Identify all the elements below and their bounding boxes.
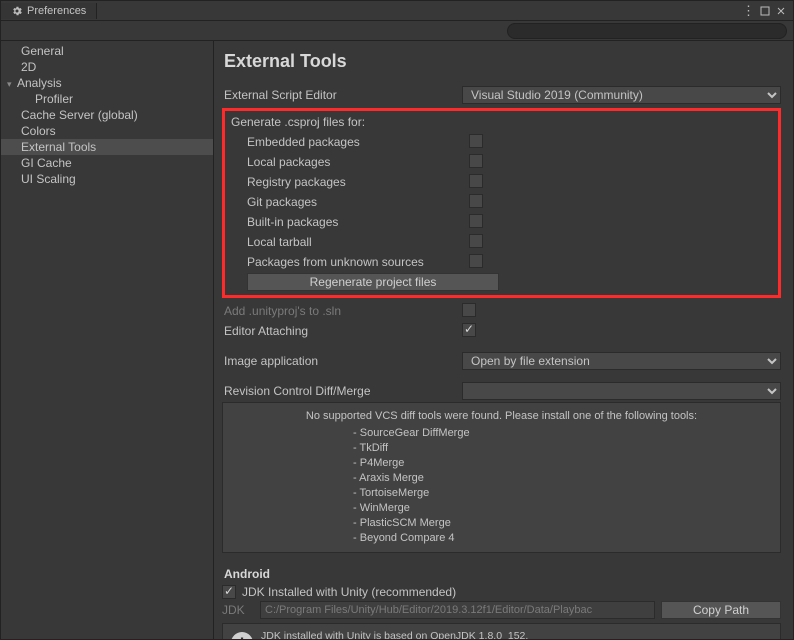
csproj-registry-checkbox[interactable] <box>469 174 483 188</box>
imageapp-select[interactable]: Open by file extension <box>462 352 781 370</box>
diff-select[interactable] <box>462 382 781 400</box>
vcs-message: No supported VCS diff tools were found. … <box>233 409 770 424</box>
csproj-unknown-label: Packages from unknown sources <box>229 255 469 269</box>
gear-icon <box>11 5 23 17</box>
csproj-header: Generate .csproj files for: <box>229 115 469 129</box>
csproj-registry-label: Registry packages <box>229 175 469 189</box>
csproj-unknown-checkbox[interactable] <box>469 254 483 268</box>
jdk-label: JDK <box>222 603 254 617</box>
unityproj-checkbox <box>462 303 476 317</box>
sidebar-item-profiler[interactable]: Profiler <box>1 91 213 107</box>
page-title: External Tools <box>224 51 781 72</box>
attach-label: Editor Attaching <box>222 324 462 338</box>
sidebar-item-gicache[interactable]: GI Cache <box>1 155 213 171</box>
search-input[interactable] <box>507 23 787 39</box>
diff-label: Revision Control Diff/Merge <box>222 384 462 398</box>
csproj-local-label: Local packages <box>229 155 469 169</box>
sidebar-item-general[interactable]: General <box>1 43 213 59</box>
vcs-tool: - WinMerge <box>233 501 770 516</box>
vcs-tool: - TkDiff <box>233 441 770 456</box>
copy-path-button[interactable]: Copy Path <box>661 601 781 619</box>
jdk-installed-checkbox[interactable] <box>222 585 236 599</box>
sidebar-item-externaltools[interactable]: External Tools <box>1 139 213 155</box>
vcs-tool: - P4Merge <box>233 456 770 471</box>
csproj-git-checkbox[interactable] <box>469 194 483 208</box>
sidebar-item-2d[interactable]: 2D <box>1 59 213 75</box>
script-editor-select[interactable]: Visual Studio 2019 (Community) <box>462 86 781 104</box>
jdk-info-box: ! JDK installed with Unity is based on O… <box>222 623 781 639</box>
window-title: Preferences <box>27 5 86 17</box>
jdk-path-input <box>260 601 655 619</box>
csproj-tarball-label: Local tarball <box>229 235 469 249</box>
search-row <box>1 21 793 41</box>
vcs-tool: - PlasticSCM Merge <box>233 516 770 531</box>
csproj-embedded-label: Embedded packages <box>229 135 469 149</box>
vcs-tool: - Beyond Compare 4 <box>233 531 770 546</box>
caret-down-icon: ▾ <box>7 79 17 90</box>
info-icon: ! <box>231 632 253 639</box>
csproj-embedded-checkbox[interactable] <box>469 134 483 148</box>
vcs-tool: - Araxis Merge <box>233 471 770 486</box>
imageapp-label: Image application <box>222 354 462 368</box>
csproj-tarball-checkbox[interactable] <box>469 234 483 248</box>
sidebar-item-cacheserver[interactable]: Cache Server (global) <box>1 107 213 123</box>
vcs-tool: - TortoiseMerge <box>233 486 770 501</box>
main-panel: External Tools External Script Editor Vi… <box>214 41 793 639</box>
close-icon[interactable] <box>775 5 787 17</box>
vcs-info-box: No supported VCS diff tools were found. … <box>222 402 781 553</box>
csproj-builtin-label: Built-in packages <box>229 215 469 229</box>
editor-label: External Script Editor <box>222 88 462 102</box>
titlebar: Preferences ⋮ <box>1 1 793 21</box>
window-tab[interactable]: Preferences <box>1 3 97 19</box>
sidebar-item-uiscaling[interactable]: UI Scaling <box>1 171 213 187</box>
unityproj-label: Add .unityproj's to .sln <box>222 304 462 318</box>
kebab-icon[interactable]: ⋮ <box>742 3 755 19</box>
csproj-local-checkbox[interactable] <box>469 154 483 168</box>
vcs-tool: - SourceGear DiffMerge <box>233 426 770 441</box>
csproj-git-label: Git packages <box>229 195 469 209</box>
info-line1: JDK installed with Unity is based on Ope… <box>261 630 605 639</box>
csproj-builtin-checkbox[interactable] <box>469 214 483 228</box>
regenerate-button[interactable]: Regenerate project files <box>247 273 499 291</box>
sidebar: General 2D ▾Analysis Profiler Cache Serv… <box>1 41 214 639</box>
csproj-highlight: Generate .csproj files for: Embedded pac… <box>222 108 781 298</box>
sidebar-item-analysis[interactable]: ▾Analysis <box>1 75 213 91</box>
sidebar-item-colors[interactable]: Colors <box>1 123 213 139</box>
jdk-installed-label: JDK Installed with Unity (recommended) <box>242 585 456 599</box>
expand-icon[interactable] <box>759 5 771 17</box>
android-header: Android <box>224 567 781 581</box>
attach-checkbox[interactable] <box>462 323 476 337</box>
